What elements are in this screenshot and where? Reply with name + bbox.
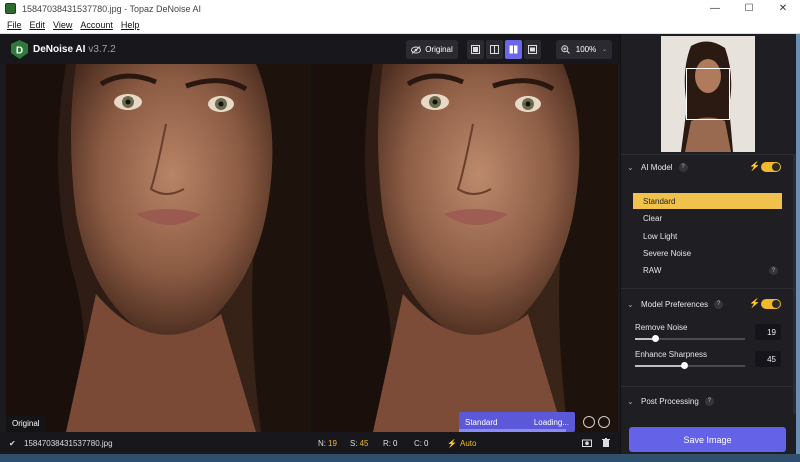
menu-view[interactable]: View — [53, 20, 72, 30]
portrait-image-processed — [313, 64, 618, 432]
eye-slash-icon — [411, 45, 422, 54]
grid-view-icon — [528, 45, 537, 54]
remove-noise-handle[interactable] — [652, 335, 660, 342]
face-detect-icon[interactable] — [598, 416, 610, 428]
n-value: 19 — [328, 439, 337, 448]
view-area-rect[interactable] — [686, 68, 730, 120]
desktop-edge — [796, 34, 800, 454]
enhance-sharpness-fill — [635, 365, 685, 367]
app-version: v3.7.2 — [88, 44, 116, 55]
post-processing-section[interactable]: ⌄ Post Processing ? — [621, 391, 793, 411]
menu-file[interactable]: File — [7, 20, 22, 30]
status-filename: 15847038431537780.jpg — [24, 439, 113, 448]
original-toggle-button[interactable]: Original — [406, 40, 458, 59]
single-view-icon — [471, 45, 480, 54]
split-view-button[interactable] — [486, 40, 503, 59]
post-processing-title: Post Processing — [641, 396, 699, 406]
model-severe-noise[interactable]: Severe Noise — [633, 245, 782, 261]
chevron-down-icon: ⌄ — [627, 396, 634, 406]
auto-mode[interactable]: Auto — [460, 439, 476, 448]
c-value: 0 — [424, 439, 429, 448]
side-by-side-icon — [509, 45, 518, 54]
app-window: 15847038431537780.jpg - Topaz DeNoise AI… — [0, 0, 800, 462]
single-view-button[interactable] — [467, 40, 484, 59]
app-brand: DeNoise AI v3.7.2 — [33, 44, 116, 55]
original-button-label: Original — [425, 45, 453, 54]
zoom-control[interactable]: 100% ⌄ — [556, 40, 612, 59]
progress-model: Standard — [465, 417, 498, 427]
toolbar: D DeNoise AI v3.7.2 Original 100% ⌄ — [0, 34, 620, 64]
help-icon[interactable]: ? — [704, 396, 714, 406]
menu-bar: File Edit View Account Help — [0, 17, 800, 34]
ai-model-toggle[interactable] — [761, 162, 781, 172]
model-clear[interactable]: Clear — [633, 210, 782, 226]
progress-status: Loading... — [533, 417, 569, 427]
face-recovery-icon[interactable] — [583, 416, 595, 428]
portrait-image — [6, 64, 311, 432]
chevron-down-icon: ⌄ — [627, 299, 634, 309]
checkmark-icon[interactable]: ✔ — [9, 439, 16, 448]
auto-bolt-icon: ⚡ — [447, 439, 457, 448]
window-title: 15847038431537780.jpg - Topaz DeNoise AI — [22, 3, 201, 14]
remove-noise-label: Remove Noise — [635, 323, 688, 332]
remove-noise-value[interactable]: 19 — [755, 324, 781, 340]
processed-preview[interactable] — [313, 64, 618, 432]
chevron-down-icon: ⌄ — [601, 47, 607, 53]
model-standard[interactable]: Standard — [633, 193, 782, 209]
bolt-icon: ⚡ — [749, 161, 761, 171]
enhance-sharpness-value[interactable]: 45 — [755, 351, 781, 367]
save-image-button[interactable]: Save Image — [629, 427, 786, 452]
original-preview[interactable] — [6, 64, 311, 432]
ai-model-title: AI Model — [641, 162, 673, 172]
side-by-side-view-button[interactable] — [505, 40, 522, 59]
enhance-sharpness-slider[interactable] — [635, 362, 745, 369]
s-label: S: — [350, 439, 358, 448]
taskbar — [0, 454, 800, 462]
r-label: R: — [383, 439, 391, 448]
zoom-level: 100% — [575, 45, 597, 54]
original-label: Original — [6, 416, 46, 431]
view-mode-group — [467, 40, 541, 59]
maximize-button[interactable]: ☐ — [732, 0, 766, 17]
menu-help[interactable]: Help — [121, 20, 140, 30]
remove-noise-slider[interactable] — [635, 335, 745, 342]
status-bar: ✔ 15847038431537780.jpg N: 19 S: 45 R: 0 C:… — [0, 432, 620, 454]
comparison-view-button[interactable] — [524, 40, 541, 59]
svg-text:D: D — [16, 46, 23, 57]
model-raw[interactable]: RAW — [633, 262, 782, 278]
raw-help-icon[interactable]: ? — [769, 266, 778, 275]
model-low-light[interactable]: Low Light — [633, 228, 782, 244]
chevron-down-icon: ⌄ — [627, 162, 634, 172]
close-button[interactable]: ✕ — [766, 0, 800, 17]
trash-icon[interactable] — [602, 438, 610, 447]
split-view-icon — [490, 45, 499, 54]
c-label: C: — [414, 439, 422, 448]
menu-edit[interactable]: Edit — [30, 20, 46, 30]
enhance-sharpness-label: Enhance Sharpness — [635, 350, 708, 359]
model-preferences-toggle[interactable] — [761, 299, 781, 309]
title-bar: 15847038431537780.jpg - Topaz DeNoise AI… — [0, 0, 800, 17]
menu-account[interactable]: Account — [80, 20, 113, 30]
r-value: 0 — [393, 439, 398, 448]
minimize-button[interactable]: — — [698, 0, 732, 17]
processing-progress: Standard Loading... — [459, 412, 575, 432]
app-logo-icon: D — [11, 40, 28, 59]
app-icon — [5, 3, 16, 14]
enhance-sharpness-handle[interactable] — [681, 362, 688, 369]
navigator-thumbnail[interactable] — [661, 36, 755, 152]
camera-icon[interactable] — [582, 438, 592, 447]
zoom-icon — [561, 45, 570, 54]
help-icon[interactable]: ? — [678, 162, 688, 172]
bolt-icon: ⚡ — [749, 298, 761, 308]
help-icon[interactable]: ? — [714, 299, 724, 309]
app-name: DeNoise AI — [33, 44, 86, 55]
s-value: 45 — [359, 439, 369, 448]
settings-panel: ⌄ AI Model ? ⚡ Standard Clear Low Light … — [620, 34, 800, 454]
model-preferences-title: Model Preferences — [641, 299, 709, 309]
n-label: N: — [318, 439, 326, 448]
